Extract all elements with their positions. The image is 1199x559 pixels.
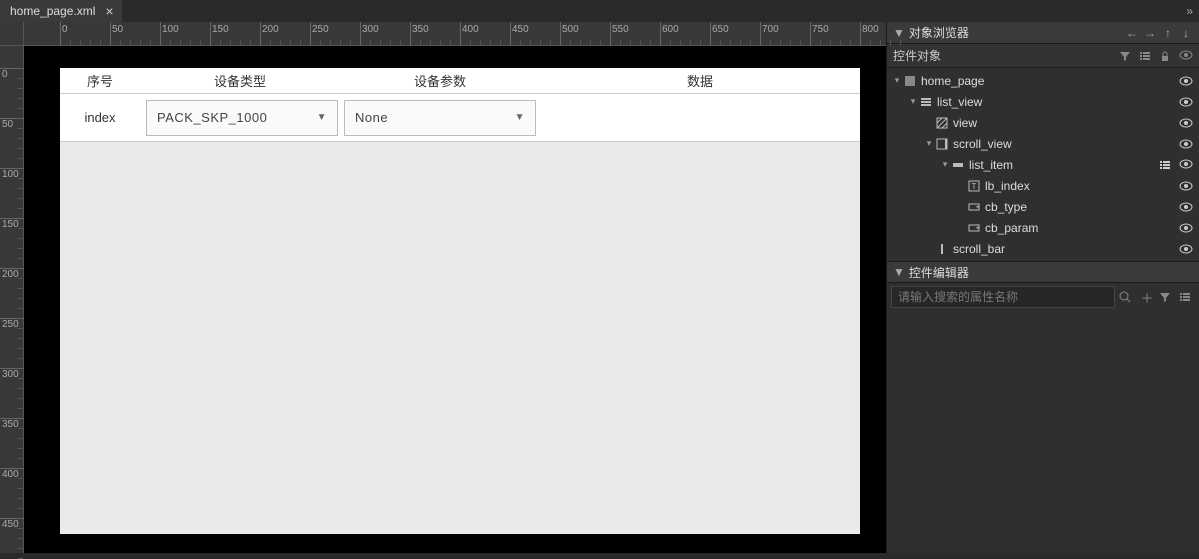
eye-icon[interactable] xyxy=(1179,118,1193,128)
list-icon[interactable] xyxy=(1159,159,1171,171)
object-browser-header: ▼ 对象浏览器 ← → ↑ ↓ xyxy=(887,22,1199,44)
property-search-row: ＋ xyxy=(887,283,1199,311)
bar-icon xyxy=(935,242,949,256)
tree-node-home_page[interactable]: ▾ home_page xyxy=(887,70,1199,91)
object-tree: ▾home_page▾list_viewview▾scroll_view▾lis… xyxy=(887,68,1199,261)
tree-node-label: home_page xyxy=(921,74,1123,88)
tab-overflow-icon[interactable]: » xyxy=(1186,4,1193,18)
list-icon xyxy=(919,95,933,109)
expander-icon[interactable]: ▾ xyxy=(923,138,935,149)
eye-icon[interactable] xyxy=(1179,50,1193,62)
tree-node-label: scroll_view xyxy=(953,137,1123,151)
chevron-down-icon: ▼ xyxy=(515,112,525,123)
type-combobox[interactable]: PACK_SKP_1000 ▼ xyxy=(146,100,338,136)
filter-icon[interactable] xyxy=(1119,50,1131,62)
eye-icon[interactable] xyxy=(1179,139,1193,149)
eye-icon[interactable] xyxy=(1179,244,1193,254)
list-icon[interactable] xyxy=(1179,291,1195,303)
tree-node-label: scroll_bar xyxy=(953,242,1123,256)
main-layout: 0501001502002503003504004505005506006507… xyxy=(0,22,1199,553)
param-combobox-value: None xyxy=(355,110,388,125)
list-row: index PACK_SKP_1000 ▼ None ▼ xyxy=(60,94,860,142)
hatch-icon xyxy=(935,116,949,130)
header-col-type: 设备类型 xyxy=(140,71,340,90)
tree-node-label: list_view xyxy=(937,95,1123,109)
tab-bar: home_page.xml × » xyxy=(0,0,1199,22)
scroll-icon xyxy=(935,137,949,151)
close-icon[interactable]: × xyxy=(105,4,113,18)
tree-node-label: view xyxy=(953,116,1123,130)
nav-forward-icon[interactable]: → xyxy=(1143,26,1157,40)
search-icon[interactable] xyxy=(1119,291,1135,303)
tree-node-label: list_item xyxy=(969,158,1123,172)
eye-icon[interactable] xyxy=(1179,202,1193,212)
eye-icon[interactable] xyxy=(1179,159,1193,171)
header-col-param: 设备参数 xyxy=(340,71,540,90)
list-header: 序号 设备类型 设备参数 数据 xyxy=(60,68,860,94)
tree-node-label: lb_index xyxy=(985,179,1123,193)
side-panel: ▼ 对象浏览器 ← → ↑ ↓ 控件对象 xyxy=(886,22,1199,553)
eye-icon[interactable] xyxy=(1179,97,1193,107)
item-icon xyxy=(951,158,965,172)
expander-icon[interactable]: ▾ xyxy=(907,96,919,107)
control-objects-title: 控件对象 xyxy=(893,47,1119,64)
control-editor-title: 控件编辑器 xyxy=(909,264,969,281)
property-editor-body xyxy=(887,311,1199,553)
tree-node-label: cb_type xyxy=(985,200,1123,214)
disclosure-icon[interactable]: ▼ xyxy=(893,26,905,40)
tree-node-list_item[interactable]: ▾ list_item xyxy=(887,154,1199,175)
object-browser-title: 对象浏览器 xyxy=(909,24,1125,41)
header-col-data: 数据 xyxy=(540,71,860,90)
expander-icon[interactable]: ▾ xyxy=(939,159,951,170)
header-col-index: 序号 xyxy=(60,71,140,90)
eye-icon[interactable] xyxy=(1179,76,1193,86)
combo-icon xyxy=(967,200,981,214)
control-editor-header: ▼ 控件编辑器 xyxy=(887,261,1199,283)
eye-icon[interactable] xyxy=(1179,223,1193,233)
add-icon[interactable]: ＋ xyxy=(1139,288,1155,307)
file-tab[interactable]: home_page.xml × xyxy=(0,0,122,22)
horizontal-ruler: 0501001502002503003504004505005506006507… xyxy=(24,22,886,46)
chevron-down-icon: ▼ xyxy=(317,112,327,123)
eye-icon[interactable] xyxy=(1179,181,1193,191)
tree-node-scroll_view[interactable]: ▾ scroll_view xyxy=(887,133,1199,154)
canvas-viewport[interactable]: 序号 设备类型 设备参数 数据 index PACK_SKP_1000 ▼ No… xyxy=(24,46,886,553)
canvas-page[interactable]: 序号 设备类型 设备参数 数据 index PACK_SKP_1000 ▼ No… xyxy=(60,68,860,534)
expander-icon[interactable]: ▾ xyxy=(891,75,903,86)
svg-text:T: T xyxy=(972,182,977,191)
tree-node-cb_type[interactable]: cb_type xyxy=(887,196,1199,217)
control-objects-header: 控件对象 xyxy=(887,44,1199,68)
tree-node-scroll_bar[interactable]: scroll_bar xyxy=(887,238,1199,259)
type-combobox-value: PACK_SKP_1000 xyxy=(157,110,267,125)
cell-index: index xyxy=(60,110,140,125)
tab-filename: home_page.xml xyxy=(10,4,95,18)
disclosure-icon[interactable]: ▼ xyxy=(893,265,905,279)
list-icon[interactable] xyxy=(1139,50,1151,62)
vertical-ruler: 050100150200250300350400450 xyxy=(0,46,24,553)
tree-node-lb_index[interactable]: Tlb_index xyxy=(887,175,1199,196)
property-search-input[interactable] xyxy=(891,286,1115,308)
tree-node-list_view[interactable]: ▾ list_view xyxy=(887,91,1199,112)
param-combobox[interactable]: None ▼ xyxy=(344,100,536,136)
tree-node-view[interactable]: view xyxy=(887,112,1199,133)
ruler-corner xyxy=(0,22,24,46)
combo-icon xyxy=(967,221,981,235)
lock-icon[interactable] xyxy=(1159,50,1171,62)
tree-node-cb_param[interactable]: cb_param xyxy=(887,217,1199,238)
tree-node-label: cb_param xyxy=(985,221,1123,235)
nav-down-icon[interactable]: ↓ xyxy=(1179,26,1193,40)
filter-icon[interactable] xyxy=(1159,291,1175,303)
nav-back-icon[interactable]: ← xyxy=(1125,26,1139,40)
text-icon: T xyxy=(967,179,981,193)
page-icon xyxy=(903,74,917,88)
editor-pane: 0501001502002503003504004505005506006507… xyxy=(0,22,886,553)
nav-up-icon[interactable]: ↑ xyxy=(1161,26,1175,40)
